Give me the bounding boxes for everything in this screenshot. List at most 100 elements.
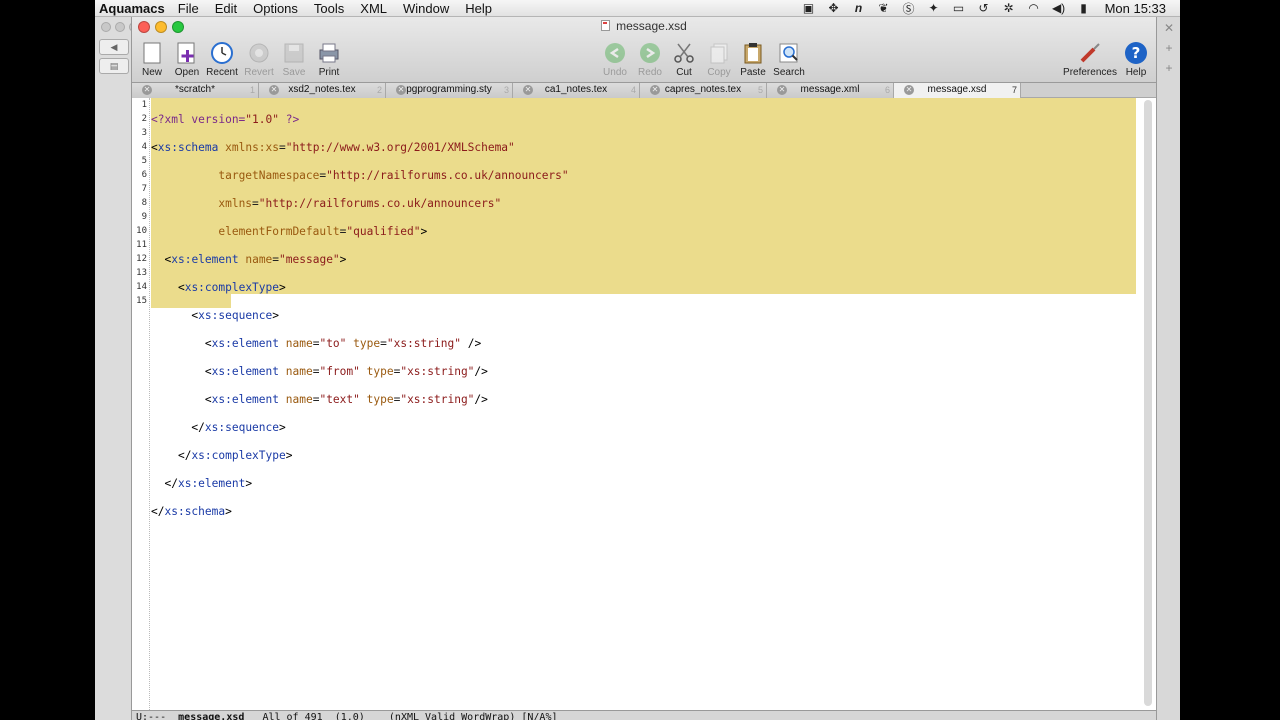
tab-close-icon[interactable]: ✕ bbox=[650, 85, 660, 95]
app-menu[interactable]: Aquamacs bbox=[95, 1, 170, 16]
code-line: <xs:complexType> bbox=[177, 281, 286, 294]
major-mode: (nXML Valid WordWrap) [N/A%] bbox=[388, 712, 558, 720]
plus-icon[interactable]: + bbox=[1160, 61, 1178, 75]
vertical-scrollbar[interactable] bbox=[1144, 100, 1152, 706]
clipboard-icon bbox=[744, 43, 762, 64]
text-editor[interactable]: 1 2 3 4 5 6 7 8 9 10 11 12 13 14 15 <?xml version="1.0… bbox=[132, 98, 1156, 710]
tab-capres-notes[interactable]: ✕ capres_notes.tex 5 bbox=[640, 83, 767, 98]
title-bar: message.xsd New Open Recent Revert Save … bbox=[132, 17, 1156, 83]
line-number: 6 bbox=[141, 170, 147, 180]
print-button[interactable]: Print bbox=[307, 41, 351, 78]
code-line: targetNamespace="http://railforums.co.uk… bbox=[218, 169, 569, 182]
tab-xsd2-notes[interactable]: ✕ xsd2_notes.tex 2 bbox=[259, 83, 386, 98]
tab-close-icon[interactable]: ✕ bbox=[904, 85, 914, 95]
line-number: 1 bbox=[141, 100, 147, 110]
line-number: 10 bbox=[136, 226, 147, 236]
line-number: 3 bbox=[141, 128, 147, 138]
menu-xml[interactable]: XML bbox=[352, 1, 395, 16]
menu-bar: Aquamacs File Edit Options Tools XML Win… bbox=[95, 0, 1180, 17]
skype-icon[interactable]: Ⓢ bbox=[901, 1, 917, 16]
time-machine-icon[interactable]: ↺ bbox=[976, 1, 992, 15]
tab-close-icon[interactable]: ✕ bbox=[777, 85, 787, 95]
battery-icon[interactable]: ▮ bbox=[1076, 1, 1092, 15]
clock-icon bbox=[211, 42, 233, 64]
line-number: 5 bbox=[141, 156, 147, 166]
bluetooth-icon[interactable]: ✲ bbox=[1001, 1, 1017, 15]
line-number: 13 bbox=[136, 268, 147, 278]
revert-icon bbox=[249, 43, 269, 63]
tab-close-icon[interactable]: ✕ bbox=[269, 85, 279, 95]
code-line: <xs:schema xmlns:xs="http://www.w3.org/2… bbox=[151, 141, 515, 154]
tab-close-icon[interactable]: ✕ bbox=[396, 85, 406, 95]
book-icon[interactable]: ▤ bbox=[99, 58, 129, 74]
editor-window: message.xsd New Open Recent Revert Save … bbox=[131, 17, 1157, 720]
tab-close-icon[interactable]: ✕ bbox=[142, 85, 152, 95]
menu-file[interactable]: File bbox=[170, 1, 207, 16]
mode-line: U:--- message.xsd All of 491 (1,0) (nXML… bbox=[132, 710, 1156, 720]
dropbox-icon[interactable]: ✥ bbox=[826, 1, 842, 15]
copy-icon bbox=[710, 43, 728, 64]
line-number: 7 bbox=[141, 184, 147, 194]
menu-options[interactable]: Options bbox=[245, 1, 306, 16]
tab-message-xsd[interactable]: ✕ message.xsd 7 bbox=[894, 83, 1021, 98]
clock[interactable]: Mon 15:33 bbox=[1105, 1, 1166, 16]
buffer-name: message.xsd bbox=[178, 712, 245, 720]
menu-edit[interactable]: Edit bbox=[207, 1, 245, 16]
status-area: ▣ ✥ n ❦ Ⓢ ✦ ▭ ↺ ✲ ◠ ◀) ▮ Mon 15:33 bbox=[801, 1, 1180, 16]
airplay-icon[interactable]: ▭ bbox=[951, 1, 967, 15]
code-line: <xs:element name="text" type="xs:string"… bbox=[204, 393, 488, 406]
camera-icon[interactable]: ▣ bbox=[801, 1, 817, 15]
line-number: 14 bbox=[136, 282, 147, 292]
undo-icon bbox=[605, 43, 625, 63]
line-number-gutter: 1 2 3 4 5 6 7 8 9 10 11 12 13 14 15 bbox=[132, 98, 150, 710]
volume-icon[interactable]: ◀) bbox=[1051, 1, 1067, 15]
line-number: 9 bbox=[141, 212, 147, 222]
plus-icon[interactable]: + bbox=[1160, 41, 1178, 55]
menu-help[interactable]: Help bbox=[457, 1, 500, 16]
code-line: <?xml version="1.0" ?> bbox=[151, 113, 300, 126]
menu-tools[interactable]: Tools bbox=[306, 1, 352, 16]
code-line: </xs:sequence> bbox=[191, 421, 286, 434]
line-number: 12 bbox=[136, 254, 147, 264]
line-number: 4 bbox=[141, 142, 147, 152]
code-line: </xs:schema> bbox=[151, 505, 232, 518]
background-window-right: ✕ + + bbox=[1155, 17, 1180, 720]
tab-ca1-notes[interactable]: ✕ ca1_notes.tex 4 bbox=[513, 83, 640, 98]
tab-scratch[interactable]: ✕ *scratch* 1 bbox=[132, 83, 259, 98]
code-line: elementFormDefault="qualified"> bbox=[218, 225, 428, 238]
n-icon[interactable]: n bbox=[851, 1, 867, 15]
help-button[interactable]: ? Help bbox=[1114, 41, 1158, 78]
code-line: xmlns="http://railforums.co.uk/announcer… bbox=[218, 197, 502, 210]
preferences-button[interactable]: Preferences bbox=[1062, 41, 1118, 78]
code-line: </xs:complexType> bbox=[177, 449, 293, 462]
code-line: <xs:element name="message"> bbox=[164, 253, 347, 266]
line-number: 15 bbox=[136, 296, 147, 306]
open-document-icon bbox=[177, 42, 195, 64]
tab-pgprogramming[interactable]: ✕ pgprogramming.sty 3 bbox=[386, 83, 513, 98]
code-line: </xs:element> bbox=[164, 477, 253, 490]
screwdriver-icon bbox=[1080, 43, 1100, 63]
twitter-icon[interactable]: ✦ bbox=[926, 1, 942, 15]
evernote-icon[interactable]: ❦ bbox=[876, 1, 892, 15]
line-number: 8 bbox=[141, 198, 147, 208]
search-icon bbox=[779, 43, 798, 63]
redo-icon bbox=[640, 43, 660, 63]
window-title: message.xsd bbox=[132, 19, 1156, 33]
line-number: 2 bbox=[141, 114, 147, 124]
search-button[interactable]: Search bbox=[767, 41, 811, 78]
buffer-status: U:--- bbox=[136, 712, 167, 720]
back-arrow-icon[interactable]: ◀ bbox=[99, 39, 129, 55]
menu-window[interactable]: Window bbox=[395, 1, 457, 16]
tab-bar: ✕ *scratch* 1 ✕ xsd2_notes.tex 2 ✕ pgpro… bbox=[132, 83, 1156, 98]
tab-close-icon[interactable]: ✕ bbox=[523, 85, 533, 95]
close-icon[interactable]: ✕ bbox=[1160, 21, 1178, 35]
code-content[interactable]: <?xml version="1.0" ?> <xs:schema xmlns:… bbox=[151, 99, 569, 547]
printer-icon bbox=[319, 43, 339, 63]
document-icon bbox=[601, 20, 611, 31]
new-document-icon bbox=[143, 42, 161, 64]
tab-message-xml[interactable]: ✕ message.xml 6 bbox=[767, 83, 894, 98]
wifi-icon[interactable]: ◠ bbox=[1026, 1, 1042, 15]
code-line: <xs:element name="from" type="xs:string"… bbox=[204, 365, 488, 378]
code-line: <xs:element name="to" type="xs:string" /… bbox=[204, 337, 482, 350]
svg-text:?: ? bbox=[1132, 44, 1141, 62]
